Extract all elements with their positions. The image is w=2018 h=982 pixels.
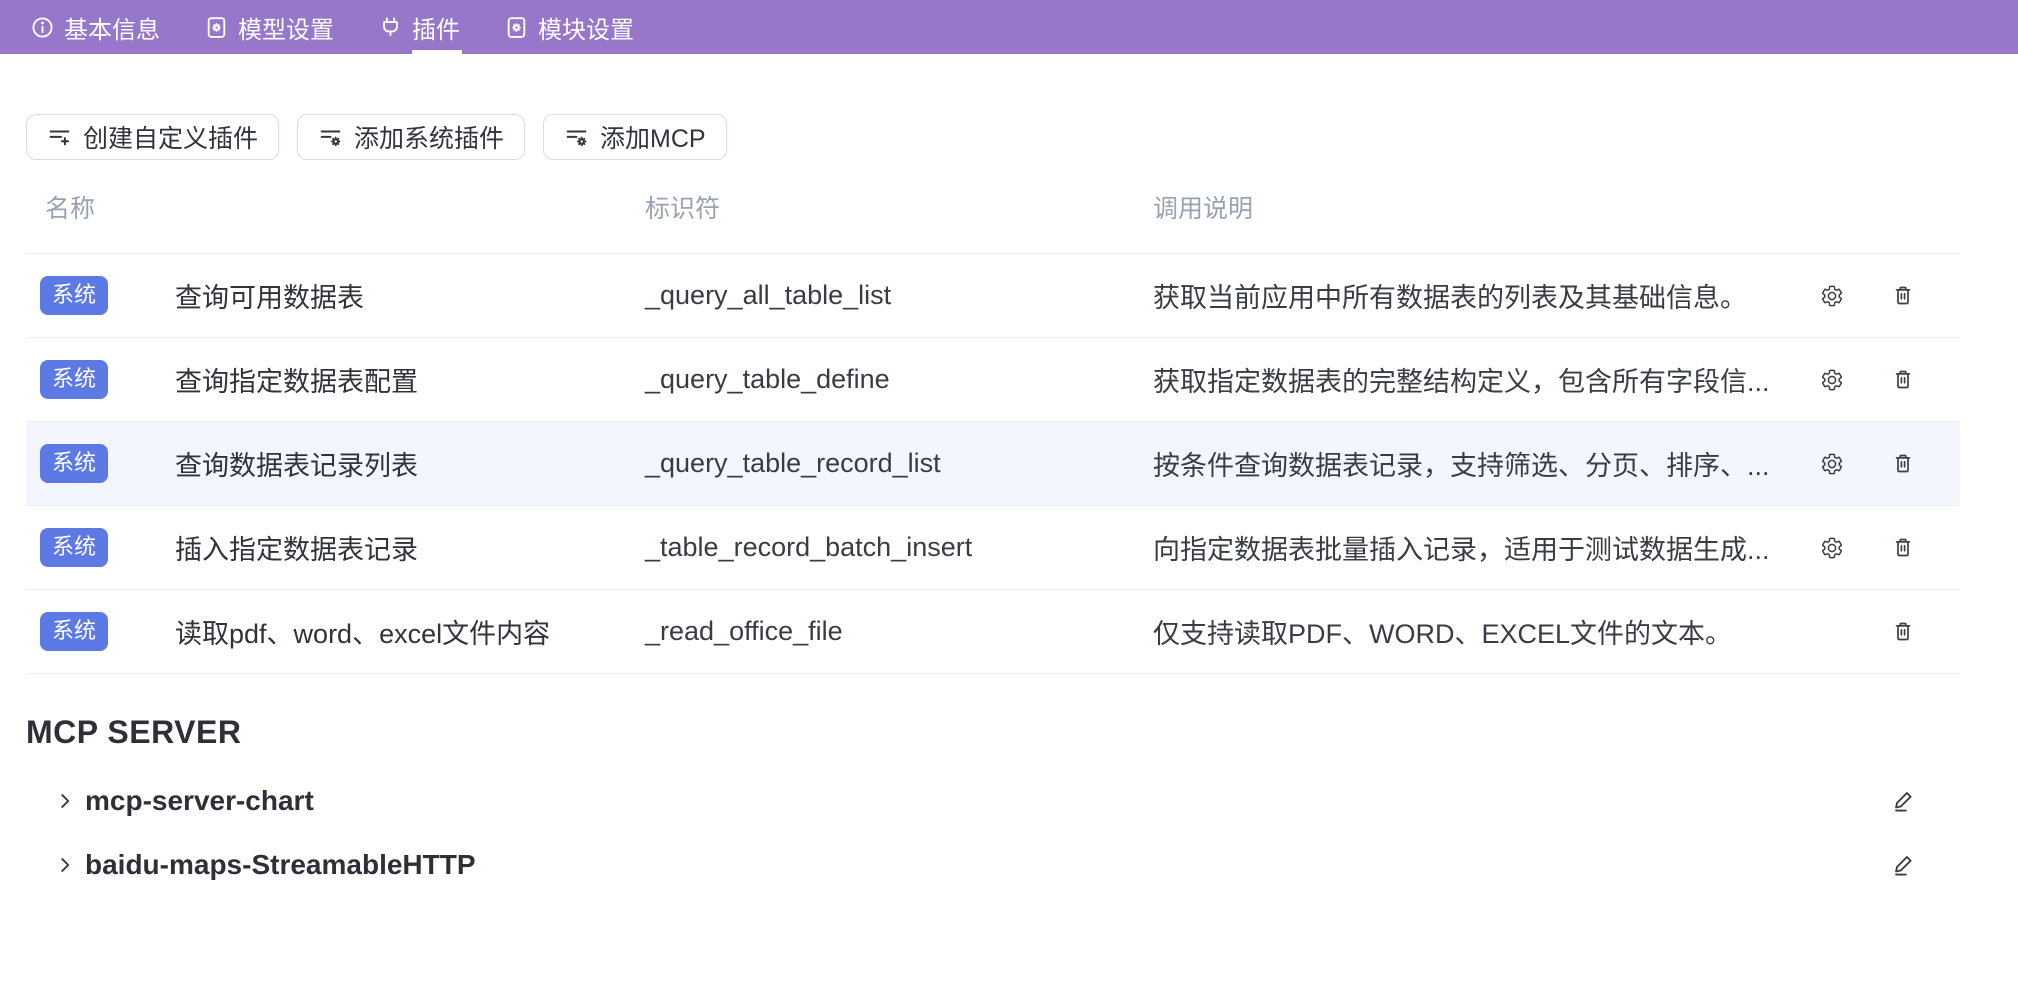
settings-gear-icon[interactable] bbox=[1812, 360, 1852, 400]
column-header-name: 名称 bbox=[26, 189, 645, 225]
tab-plugins[interactable]: 插件 bbox=[378, 0, 460, 54]
create-custom-plugin-label: 创建自定义插件 bbox=[83, 119, 258, 155]
plugin-identifier: _read_office_file bbox=[645, 616, 1153, 647]
trash-icon[interactable] bbox=[1883, 276, 1923, 316]
plugin-name: 读取pdf、word、excel文件内容 bbox=[175, 612, 550, 651]
column-header-identifier: 标识符 bbox=[645, 189, 1153, 225]
mcp-server-heading: MCP SERVER bbox=[26, 714, 1960, 751]
tab-model-settings[interactable]: 模型设置 bbox=[204, 0, 334, 54]
system-badge: 系统 bbox=[40, 444, 108, 482]
info-icon bbox=[30, 15, 55, 40]
list-settings-icon bbox=[564, 125, 589, 150]
plugin-identifier: _query_table_define bbox=[645, 364, 1153, 395]
chevron-right-icon[interactable] bbox=[54, 854, 76, 876]
table-row[interactable]: 系统 读取pdf、word、excel文件内容 _read_office_fil… bbox=[26, 590, 1960, 674]
trash-icon[interactable] bbox=[1883, 360, 1923, 400]
plug-icon bbox=[378, 15, 403, 40]
tab-bar: 基本信息 模型设置 插件 模块设置 bbox=[0, 0, 2018, 54]
edit-icon[interactable] bbox=[1884, 781, 1924, 821]
plugin-identifier: _query_table_record_list bbox=[645, 448, 1153, 479]
system-badge: 系统 bbox=[40, 276, 108, 314]
plugin-identifier: _table_record_batch_insert bbox=[645, 532, 1153, 563]
table-body: 系统 查询可用数据表 _query_all_table_list 获取当前应用中… bbox=[26, 254, 1960, 674]
add-mcp-button[interactable]: 添加MCP bbox=[543, 114, 727, 160]
mcp-server-name: baidu-maps-StreamableHTTP bbox=[85, 849, 476, 881]
table-header-row: 名称 标识符 调用说明 bbox=[26, 160, 1960, 254]
add-system-plugin-label: 添加系统插件 bbox=[354, 119, 504, 155]
system-badge: 系统 bbox=[40, 612, 108, 650]
table-row[interactable]: 系统 插入指定数据表记录 _table_record_batch_insert … bbox=[26, 506, 1960, 590]
doc-settings-icon bbox=[204, 15, 229, 40]
plugin-name: 查询指定数据表配置 bbox=[175, 360, 418, 399]
chevron-right-icon[interactable] bbox=[54, 790, 76, 812]
plugin-name: 插入指定数据表记录 bbox=[175, 528, 418, 567]
table-row[interactable]: 系统 查询指定数据表配置 _query_table_define 获取指定数据表… bbox=[26, 338, 1960, 422]
list-plus-icon bbox=[47, 125, 72, 150]
plugin-name: 查询数据表记录列表 bbox=[175, 444, 418, 483]
plugin-description: 获取指定数据表的完整结构定义，包含所有字段信... bbox=[1153, 360, 1790, 399]
plugin-description: 获取当前应用中所有数据表的列表及其基础信息。 bbox=[1153, 276, 1790, 315]
plugin-description: 按条件查询数据表记录，支持筛选、分页、排序、... bbox=[1153, 444, 1790, 483]
doc-settings-icon bbox=[504, 15, 529, 40]
create-custom-plugin-button[interactable]: 创建自定义插件 bbox=[26, 114, 279, 160]
tab-basic-info[interactable]: 基本信息 bbox=[30, 0, 160, 54]
plugins-panel: 创建自定义插件 添加系统插件 添加MCP 名称 标识符 调用说明 系统 查询可用… bbox=[0, 114, 2018, 897]
add-mcp-label: 添加MCP bbox=[600, 119, 706, 155]
plugin-description: 向指定数据表批量插入记录，适用于测试数据生成... bbox=[1153, 528, 1790, 567]
mcp-server-row[interactable]: baidu-maps-StreamableHTTP bbox=[26, 833, 1960, 897]
table-row[interactable]: 系统 查询数据表记录列表 _query_table_record_list 按条… bbox=[26, 422, 1960, 506]
list-settings-icon bbox=[318, 125, 343, 150]
toolbar: 创建自定义插件 添加系统插件 添加MCP bbox=[26, 114, 1960, 160]
mcp-server-name: mcp-server-chart bbox=[85, 785, 314, 817]
edit-icon[interactable] bbox=[1884, 845, 1924, 885]
mcp-server-list: mcp-server-chart baidu-maps-StreamableHT… bbox=[26, 769, 1960, 897]
settings-gear-icon[interactable] bbox=[1812, 444, 1852, 484]
settings-gear-icon[interactable] bbox=[1812, 276, 1852, 316]
column-header-description: 调用说明 bbox=[1153, 189, 1790, 225]
system-badge: 系统 bbox=[40, 528, 108, 566]
add-system-plugin-button[interactable]: 添加系统插件 bbox=[297, 114, 525, 160]
plugin-identifier: _query_all_table_list bbox=[645, 280, 1153, 311]
table-row[interactable]: 系统 查询可用数据表 _query_all_table_list 获取当前应用中… bbox=[26, 254, 1960, 338]
mcp-server-section: MCP SERVER mcp-server-chart baidu-maps-S… bbox=[26, 714, 1960, 897]
trash-icon[interactable] bbox=[1883, 612, 1923, 652]
plugin-description: 仅支持读取PDF、WORD、EXCEL文件的文本。 bbox=[1153, 612, 1790, 651]
trash-icon[interactable] bbox=[1883, 528, 1923, 568]
plugin-name: 查询可用数据表 bbox=[175, 276, 364, 315]
trash-icon[interactable] bbox=[1883, 444, 1923, 484]
tab-module-settings[interactable]: 模块设置 bbox=[504, 0, 634, 54]
system-badge: 系统 bbox=[40, 360, 108, 398]
mcp-server-row[interactable]: mcp-server-chart bbox=[26, 769, 1960, 833]
plugins-table: 名称 标识符 调用说明 系统 查询可用数据表 _query_all_table_… bbox=[26, 160, 1960, 674]
settings-gear-icon[interactable] bbox=[1812, 528, 1852, 568]
